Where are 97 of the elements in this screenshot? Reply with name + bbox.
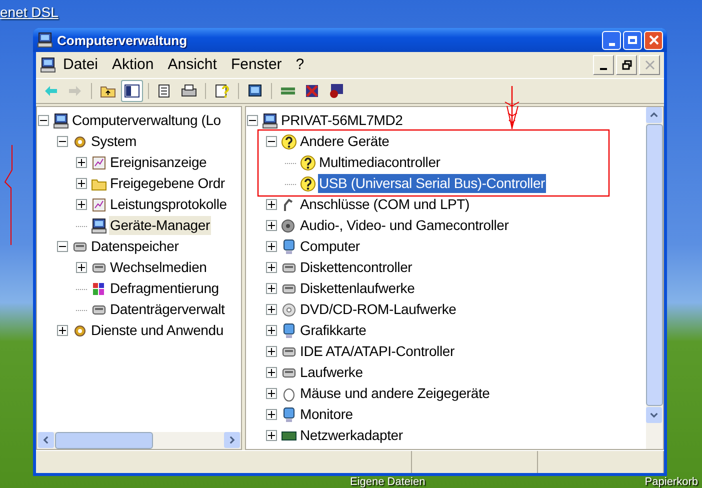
expand-toggle[interactable] [76,157,87,168]
cd-icon [281,302,297,318]
expand-toggle[interactable] [266,220,277,231]
collapse-toggle[interactable] [57,136,68,147]
expand-toggle[interactable] [76,178,87,189]
warning-icon [300,176,316,192]
tree-item[interactable]: Andere Geräte [299,132,390,151]
monitor-icon [281,322,297,338]
tree-item[interactable]: Ereignisanzeige [109,153,208,172]
horizontal-scrollbar[interactable] [37,432,241,449]
maximize-button[interactable] [623,30,642,50]
tree-item[interactable]: Defragmentierung [109,279,220,298]
expand-toggle[interactable] [266,346,277,357]
vertical-scrollbar[interactable] [646,107,663,449]
tree-item[interactable]: Netzwerkadapter [299,426,404,445]
tree-item[interactable]: Laufwerke [299,363,364,382]
close-icon [648,35,658,45]
question-mark-icon [281,134,297,150]
gear-icon [72,322,88,338]
tree-item[interactable]: Geräte-Manager [109,216,211,235]
scroll-thumb[interactable] [55,432,153,449]
tree-item[interactable]: IDE ATA/ATAPI-Controller [299,342,456,361]
monitor-icon [281,238,297,254]
scroll-left-button[interactable] [38,432,54,448]
tree-item[interactable]: Freigegebene Ordr [109,174,226,193]
expand-toggle[interactable] [266,304,277,315]
chevron-right-icon [228,436,236,444]
expand-toggle[interactable] [266,199,277,210]
menu-item[interactable]: Datei [56,55,106,75]
menu-item[interactable]: Ansicht [160,55,224,75]
log-icon [91,154,107,170]
tree-item[interactable]: Dienste und Anwendu [90,321,224,340]
tree-item[interactable]: System [90,132,138,151]
tree-item[interactable]: Audio-, Video- und Gamecontroller [299,216,510,235]
computer-icon [40,57,56,73]
expand-toggle[interactable] [266,388,277,399]
close-icon [644,60,654,70]
expand-toggle[interactable] [266,367,277,378]
expand-toggle[interactable] [266,325,277,336]
scroll-down-button[interactable] [646,407,662,423]
warning-icon [300,154,316,170]
expand-toggle[interactable] [57,325,68,336]
chevron-up-icon [650,111,658,119]
restore-icon [622,60,632,70]
tree-item[interactable]: Leistungsprotokolle [109,195,228,214]
computer-icon [262,112,278,128]
computer-icon [53,112,69,128]
colored-blocks-icon [91,280,107,296]
scroll-up-button[interactable] [646,107,662,123]
tree-item[interactable]: DVD/CD-ROM-Laufwerke [299,300,458,319]
monitor-icon [281,406,297,422]
collapse-toggle[interactable] [247,115,258,126]
collapse-toggle[interactable] [266,136,277,147]
scroll-thumb[interactable] [646,124,663,406]
tree-item[interactable]: Multimediacontroller [318,153,442,172]
menu-item[interactable]: Aktion [105,55,161,75]
tree-item[interactable]: Grafikkarte [299,321,368,340]
menu-item[interactable]: Fenster [224,55,289,75]
chevron-left-icon [42,436,50,444]
tree-item[interactable]: Computer [299,237,361,256]
expand-toggle[interactable] [266,430,277,441]
tree-item[interactable]: Diskettenlaufwerke [299,279,416,298]
expand-toggle[interactable] [266,241,277,252]
menu-item[interactable]: ? [288,55,312,75]
expand-toggle[interactable] [76,199,87,210]
collapse-toggle[interactable] [38,115,49,126]
computer-icon [91,218,107,234]
tree-item[interactable]: Monitore [299,405,354,424]
restore-button[interactable] [616,55,637,75]
tree-item[interactable]: Datenspeicher [90,237,180,256]
tools-icon [72,134,88,150]
mouse-icon [281,386,297,402]
desktop-icon-label[interactable]: Papierkorb [644,476,698,488]
desktop-icon-label[interactable]: Eigene Dateien [350,476,426,488]
tree-item[interactable]: Diskettencontroller [299,258,414,277]
expand-toggle[interactable] [266,409,277,420]
tree-item[interactable]: Computerverwaltung (Lo [71,111,222,130]
close-button[interactable] [644,30,663,50]
collapse-toggle[interactable] [57,241,68,252]
tree-item[interactable]: Anschlüsse (COM und LPT) [299,195,470,214]
desktop-icon-label[interactable]: enet DSL [0,4,58,20]
chart-icon [91,196,107,212]
tree-item[interactable]: Wechselmedien [109,258,208,277]
window-title: Computerverwaltung [57,32,188,48]
tree-item[interactable]: Datenträgerverwalt [109,300,226,319]
annotation-arrow [504,86,520,129]
expand-toggle[interactable] [76,262,87,273]
chevron-down-icon [650,411,658,419]
expand-toggle[interactable] [266,262,277,273]
minimize-button[interactable] [593,55,614,75]
tree-item[interactable]: Mäuse und andere Zeigegeräte [299,384,491,403]
computer-icon [37,32,53,48]
expand-toggle[interactable] [266,283,277,294]
tree-item[interactable]: USB (Universal Serial Bus)-Controller [318,174,546,193]
scroll-right-button[interactable] [224,432,240,448]
speaker-icon [281,218,297,234]
tree-item[interactable]: PRIVAT-56ML7MD2 [280,111,404,130]
